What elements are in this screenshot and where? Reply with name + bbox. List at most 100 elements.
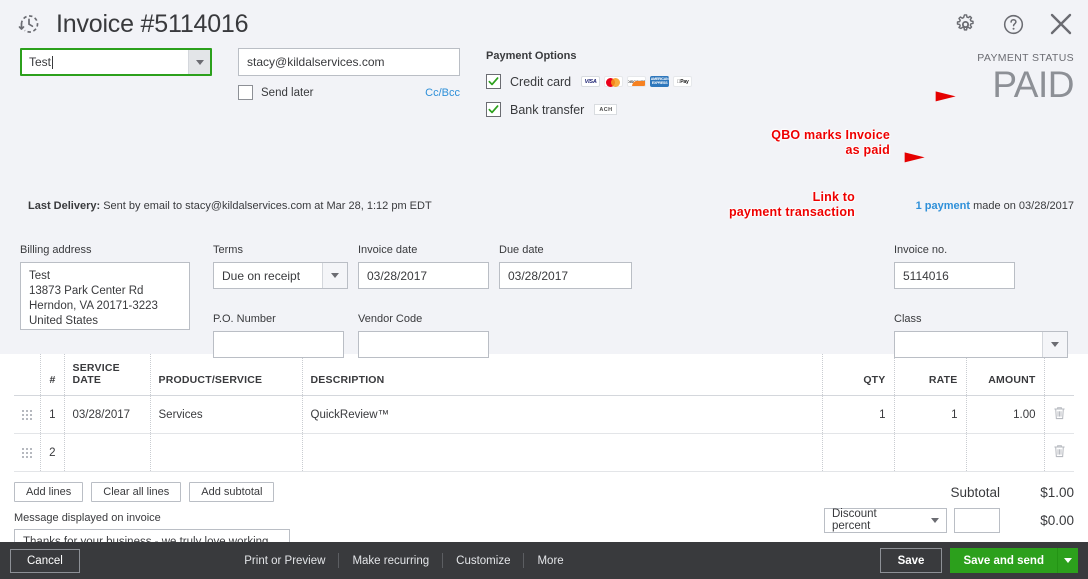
discount-value: $0.00: [1040, 512, 1074, 528]
payment-status-label: PAYMENT STATUS: [977, 52, 1074, 64]
discount-dropdown-button[interactable]: [924, 509, 946, 532]
help-icon[interactable]: [1000, 11, 1026, 37]
last-delivery-prefix: Last Delivery:: [28, 200, 101, 212]
text-cursor: [52, 55, 54, 69]
footer-links: Print or Preview Make recurring Customiz…: [231, 553, 576, 568]
footer-primary-actions: Save Save and send: [879, 548, 1078, 573]
email-field-wrapper: stacy@kildalservices.com Send later Cc/B…: [238, 48, 460, 100]
th-drag: [14, 354, 40, 396]
payment-options-title: Payment Options: [486, 50, 577, 62]
table-row: 2: [14, 433, 1074, 472]
payment-options: Payment Options Credit card VISA DISCOVE…: [486, 48, 716, 130]
due-date-input[interactable]: 03/28/2017: [499, 262, 632, 289]
customer-dropdown-button[interactable]: [188, 50, 210, 74]
row-qty[interactable]: [821, 433, 894, 472]
drag-handle-icon[interactable]: [14, 395, 40, 434]
invoice-top-panel: Test stacy@kildalservices.com Send later…: [0, 48, 1088, 358]
row-amount[interactable]: [965, 433, 1044, 472]
th-actions: [1043, 354, 1074, 396]
close-icon[interactable]: [1048, 11, 1074, 37]
window-header: Invoice #5114016: [0, 0, 1088, 48]
billing-address-textarea[interactable]: Test 13873 Park Center Rd Herndon, VA 20…: [20, 262, 190, 330]
discount-type-select[interactable]: Discount percent: [824, 507, 947, 533]
cancel-button[interactable]: Cancel: [10, 548, 80, 573]
row-product-service[interactable]: [149, 433, 302, 472]
subtotal-row: Subtotal $1.00: [774, 478, 1074, 506]
discount-row: Discount percent $0.00: [774, 506, 1074, 534]
terms-dropdown-button[interactable]: [322, 263, 347, 288]
save-and-send-dropdown-button[interactable]: [1056, 548, 1078, 573]
gear-icon[interactable]: [952, 11, 978, 37]
credit-card-checkbox[interactable]: [486, 74, 501, 89]
row-qty[interactable]: 1: [821, 395, 894, 434]
ach-icon: ACH: [594, 104, 618, 115]
more-link[interactable]: More: [524, 555, 576, 567]
credit-card-label: Credit card: [510, 74, 572, 89]
customize-link[interactable]: Customize: [443, 555, 523, 567]
row-description[interactable]: [301, 433, 822, 472]
annotation-arrow-paid: [891, 91, 956, 102]
payment-link[interactable]: 1 payment: [916, 200, 970, 212]
make-recurring-link[interactable]: Make recurring: [339, 555, 442, 567]
bank-transfer-checkbox[interactable]: [486, 102, 501, 117]
row-number: 1: [39, 395, 64, 434]
class-select[interactable]: [894, 331, 1068, 358]
row-product-service[interactable]: Services: [149, 395, 302, 434]
print-or-preview-link[interactable]: Print or Preview: [231, 555, 338, 567]
ccbcc-link[interactable]: Cc/Bcc: [425, 87, 460, 99]
th-amount: AMOUNT: [965, 354, 1044, 396]
send-later-checkbox[interactable]: [238, 85, 253, 100]
send-later-label: Send later: [261, 86, 314, 99]
last-delivery-text: Last Delivery: Sent by email to stacy@ki…: [28, 200, 432, 212]
vendor-code-input[interactable]: [358, 331, 489, 358]
terms-value: Due on receipt: [222, 268, 301, 283]
row-number: 2: [39, 433, 64, 472]
row-delete-button[interactable]: [1043, 433, 1074, 472]
header-actions: [952, 11, 1074, 37]
clear-all-lines-button[interactable]: Clear all lines: [91, 482, 182, 502]
th-qty: QTY: [821, 354, 894, 396]
visa-icon: VISA: [581, 76, 601, 87]
history-clock-icon[interactable]: [12, 7, 46, 41]
payment-made-suffix: made on 03/28/2017: [970, 200, 1074, 212]
email-options-row: Send later Cc/Bcc: [238, 85, 460, 100]
invoice-no-input[interactable]: 5114016: [894, 262, 1015, 289]
bank-transfer-label: Bank transfer: [510, 102, 585, 117]
terms-label: Terms: [213, 244, 243, 256]
page-title: Invoice #5114016: [56, 9, 249, 38]
chevron-down-icon: [1063, 558, 1072, 563]
add-subtotal-button[interactable]: Add subtotal: [189, 482, 275, 502]
discount-amount-input[interactable]: [954, 507, 1000, 533]
row-rate[interactable]: 1: [893, 395, 966, 434]
add-lines-button[interactable]: Add lines: [14, 482, 84, 502]
line-items-section: # SERVICE DATE PRODUCT/SERVICE DESCRIPTI…: [0, 354, 1088, 472]
po-number-input[interactable]: [213, 331, 344, 358]
billing-address-label: Billing address: [20, 244, 92, 256]
class-group: Class: [894, 313, 1068, 358]
save-button[interactable]: Save: [879, 548, 943, 573]
th-rate: RATE: [893, 354, 966, 396]
table-row: 1 03/28/2017 Services QuickReview™ 1 1 1…: [14, 395, 1074, 434]
row-rate[interactable]: [893, 433, 966, 472]
invoice-date-input[interactable]: 03/28/2017: [358, 262, 489, 289]
credit-card-logos: VISA DISCOVER AMERICANEXPRESS Pay: [581, 76, 693, 87]
row-amount[interactable]: 1.00: [965, 395, 1044, 434]
last-delivery-detail: Sent by email to stacy@kildalservices.co…: [100, 200, 432, 212]
vendor-code-label: Vendor Code: [358, 313, 423, 325]
invoice-date-group: Invoice date 03/28/2017: [358, 244, 489, 289]
customer-select[interactable]: Test: [20, 48, 212, 76]
row-delete-button[interactable]: [1043, 395, 1074, 434]
email-input[interactable]: stacy@kildalservices.com: [238, 48, 460, 76]
drag-handle-icon[interactable]: [14, 433, 40, 472]
po-number-label: P.O. Number: [213, 313, 276, 325]
terms-select[interactable]: Due on receipt: [213, 262, 348, 289]
row-description[interactable]: QuickReview™: [301, 395, 822, 434]
mastercard-icon: [604, 76, 624, 87]
save-and-send-button[interactable]: Save and send: [950, 548, 1057, 573]
row-service-date[interactable]: 03/28/2017: [63, 395, 150, 434]
credit-card-option: Credit card VISA DISCOVER AMERICAN EXPRES…: [486, 74, 716, 89]
line-items-table: # SERVICE DATE PRODUCT/SERVICE DESCRIPTI…: [14, 354, 1074, 472]
customer-value-wrapper: Test: [22, 50, 188, 74]
row-service-date[interactable]: [63, 433, 150, 472]
class-dropdown-button[interactable]: [1042, 332, 1067, 357]
